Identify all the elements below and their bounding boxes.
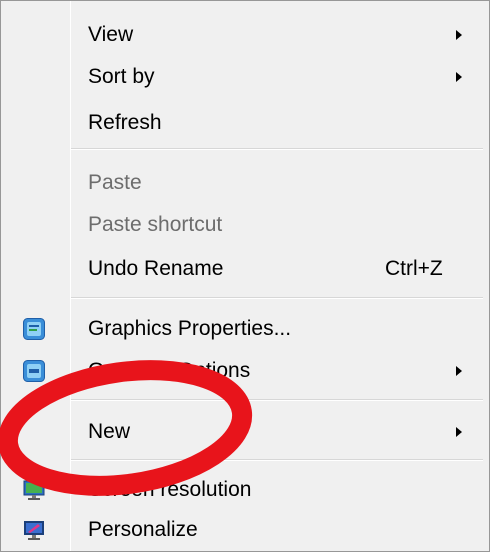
menu-separator (71, 148, 483, 150)
menu-item-undo-rename[interactable]: Undo Rename Ctrl+Z (1, 246, 489, 292)
menu-item-graphics-properties[interactable]: Graphics Properties... (1, 306, 489, 352)
menu-item-label: Refresh (88, 111, 162, 134)
graphics-properties-icon (23, 318, 45, 340)
menu-separator (71, 297, 483, 299)
menu-item-label: Graphics Options (88, 359, 251, 382)
menu-item-label: Paste shortcut (88, 213, 223, 236)
menu-item-view[interactable]: View (1, 12, 489, 58)
menu-separator (71, 459, 483, 461)
menu-item-label: Paste (88, 171, 142, 194)
menu-item-label: Graphics Properties... (88, 317, 292, 340)
menu-item-label: Undo Rename (88, 257, 224, 280)
submenu-arrow-icon (456, 366, 462, 376)
desktop-context-menu: View Sort by Refresh Paste Paste shortcu… (0, 0, 490, 552)
menu-item-refresh[interactable]: Refresh (1, 100, 489, 146)
menu-item-personalize[interactable]: Personalize (1, 507, 489, 553)
submenu-arrow-icon (456, 427, 462, 437)
menu-item-sort-by[interactable]: Sort by (1, 54, 489, 100)
shortcut-text: Ctrl+Z (385, 257, 443, 280)
menu-item-label: Screen resolution (88, 478, 252, 501)
menu-item-label: View (88, 23, 134, 46)
personalize-icon (23, 519, 45, 541)
menu-item-label: Sort by (88, 65, 155, 88)
submenu-arrow-icon (456, 72, 462, 82)
menu-item-paste: Paste (1, 160, 489, 206)
menu-item-new[interactable]: New (1, 409, 489, 455)
menu-separator (71, 399, 483, 401)
graphics-options-icon (23, 360, 45, 382)
screen-resolution-icon (23, 479, 45, 501)
submenu-arrow-icon (456, 30, 462, 40)
menu-item-paste-shortcut: Paste shortcut (1, 202, 489, 248)
menu-item-label: New (88, 420, 131, 443)
menu-item-graphics-options[interactable]: Graphics Options (1, 348, 489, 394)
menu-item-label: Personalize (88, 518, 198, 541)
